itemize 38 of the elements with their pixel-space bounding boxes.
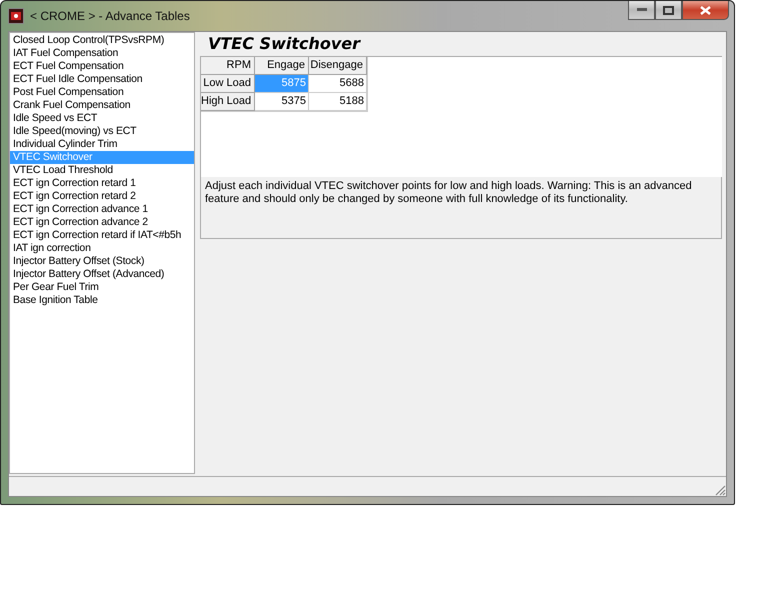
list-item[interactable]: ECT ign Correction retard if IAT<#b5h [10, 229, 194, 242]
close-button[interactable] [682, 1, 729, 20]
list-item[interactable]: Per Gear Fuel Trim [10, 281, 194, 294]
list-item[interactable]: Idle Speed vs ECT [10, 112, 194, 125]
close-icon [700, 6, 711, 14]
row-header: Low Load [201, 75, 255, 93]
row-header: High Load [201, 93, 255, 111]
list-item[interactable]: Closed Loop Control(TPSvsRPM) [10, 34, 194, 47]
corner-header: RPM [201, 57, 255, 75]
table-cell[interactable]: 5375 [255, 93, 309, 111]
list-item[interactable]: Injector Battery Offset (Advanced) [10, 268, 194, 281]
column-header: Engage [255, 57, 309, 75]
list-item[interactable]: IAT ign correction [10, 242, 194, 255]
list-item[interactable]: Injector Battery Offset (Stock) [10, 255, 194, 268]
maximize-icon [663, 6, 674, 14]
list-item[interactable]: Base Ignition Table [10, 294, 194, 307]
list-item[interactable]: Crank Fuel Compensation [10, 99, 194, 112]
list-item[interactable]: Post Fuel Compensation [10, 86, 194, 99]
table-cell[interactable]: 5188 [309, 93, 367, 111]
table-cell[interactable]: 5688 [309, 75, 367, 93]
list-item[interactable]: IAT Fuel Compensation [10, 47, 194, 60]
maximize-button[interactable] [655, 1, 682, 20]
list-item[interactable]: VTEC Load Threshold [10, 164, 194, 177]
column-header: Disengage [309, 57, 367, 75]
list-item[interactable]: ECT Fuel Compensation [10, 60, 194, 73]
list-item[interactable]: Idle Speed(moving) vs ECT [10, 125, 194, 138]
panel-title: VTEC Switchover [207, 33, 362, 55]
list-item[interactable]: ECT ign Correction retard 2 [10, 190, 194, 203]
minimize-button[interactable] [628, 1, 655, 20]
list-item[interactable]: Individual Cylinder Trim [10, 138, 194, 151]
list-item[interactable]: ECT Fuel Idle Compensation [10, 73, 194, 86]
list-item[interactable]: ECT ign Correction advance 1 [10, 203, 194, 216]
list-item[interactable]: ECT ign Correction advance 2 [10, 216, 194, 229]
app-icon [8, 8, 24, 24]
minimize-icon [636, 8, 646, 12]
list-item[interactable]: ECT ign Correction retard 1 [10, 177, 194, 190]
window-title: < CROME > - Advance Tables [30, 9, 190, 23]
description-text: Adjust each individual VTEC switchover points for low and high loads. Warning: This is an advanced feature and should only be changed by someone with full knowledge of its functionality. [200, 177, 722, 239]
